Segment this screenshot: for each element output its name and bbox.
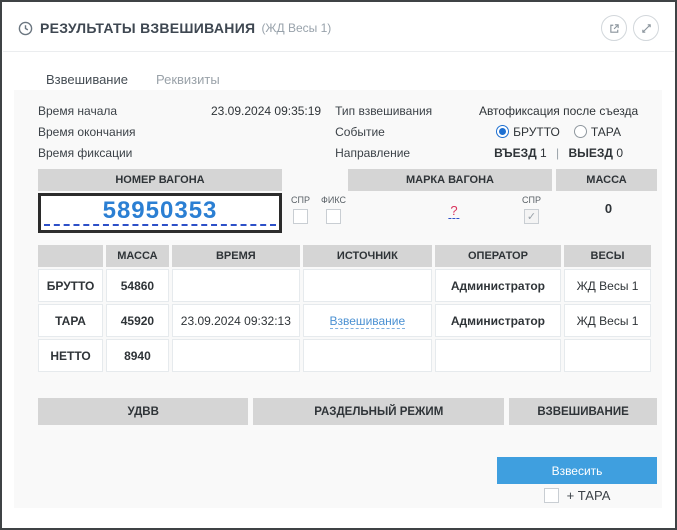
row-operator bbox=[435, 339, 561, 372]
direction-out-label: ВЫЕЗД bbox=[569, 146, 613, 160]
wagon-header-spacer bbox=[286, 169, 344, 191]
row-source-cell: Взвешивание bbox=[303, 304, 432, 337]
page-subtitle: (ЖД Весы 1) bbox=[261, 21, 331, 35]
wagon-mark-link[interactable]: ? bbox=[448, 203, 459, 219]
row-scale bbox=[564, 339, 651, 372]
col-header-operator: ОПЕРАТОР bbox=[435, 245, 561, 267]
direction-out-value: 0 bbox=[616, 146, 623, 160]
weigh-button[interactable]: Взвесить bbox=[497, 457, 657, 484]
actions-area: Взвесить + ТАРА bbox=[38, 457, 657, 503]
mark-spr-label: СПР bbox=[522, 195, 541, 205]
clock-icon bbox=[18, 21, 33, 36]
page-title: РЕЗУЛЬТАТЫ ВЗВЕШИВАНИЯ bbox=[40, 20, 255, 36]
fix-checkbox[interactable] bbox=[326, 209, 341, 224]
fix-checkbox-group: ФИКС bbox=[319, 193, 348, 224]
wagon-row: 58950353 СПР ФИКС ? СПР 0 bbox=[38, 193, 657, 239]
row-mass: 8940 bbox=[106, 339, 169, 372]
table-row-brutto: БРУТТО 54860 Администратор ЖД Весы 1 bbox=[38, 269, 651, 302]
direction-in-value: 1 bbox=[540, 146, 547, 160]
plus-tara-label: + ТАРА bbox=[567, 488, 611, 503]
row-source bbox=[303, 269, 432, 302]
direction-in-label: ВЪЕЗД bbox=[494, 146, 537, 160]
wagon-mark-header: МАРКА ВАГОНА bbox=[348, 169, 552, 191]
current-mass-value: 0 bbox=[560, 193, 657, 216]
row-operator: Администратор bbox=[435, 269, 561, 302]
mode-split-header: РАЗДЕЛЬНЫЙ РЕЖИМ bbox=[253, 398, 504, 425]
weighing-panel: Время начала 23.09.2024 09:35:19 Время о… bbox=[14, 90, 662, 508]
table-row-netto: НЕТТО 8940 bbox=[38, 339, 651, 372]
wagon-number-input[interactable]: 58950353 bbox=[38, 193, 282, 233]
wagon-mark-cell: ? СПР bbox=[352, 193, 556, 239]
row-label: НЕТТО bbox=[38, 339, 103, 372]
fix-label: ФИКС bbox=[321, 195, 346, 205]
weighing-table-header: МАССА ВРЕМЯ ИСТОЧНИК ОПЕРАТОР ВЕСЫ bbox=[38, 245, 651, 267]
brutto-radio-icon bbox=[496, 125, 509, 138]
row-scale: ЖД Весы 1 bbox=[564, 304, 651, 337]
source-weighing-link[interactable]: Взвешивание bbox=[330, 314, 406, 329]
start-time-label: Время начала bbox=[38, 104, 188, 118]
row-source bbox=[303, 339, 432, 372]
info-section: Время начала 23.09.2024 09:35:19 Время о… bbox=[38, 102, 657, 161]
header-divider bbox=[3, 51, 674, 52]
row-mass: 45920 bbox=[106, 304, 169, 337]
direction-label: Направление bbox=[335, 146, 460, 160]
col-header-scale: ВЕСЫ bbox=[564, 245, 651, 267]
direction-separator: | bbox=[556, 146, 559, 160]
mode-udvv-header: УДВВ bbox=[38, 398, 248, 425]
spr-checkbox-group: СПР bbox=[286, 193, 315, 224]
event-label: Событие bbox=[335, 125, 460, 139]
col-header-source: ИСТОЧНИК bbox=[303, 245, 432, 267]
modes-row: УДВВ РАЗДЕЛЬНЫЙ РЕЖИМ ВЗВЕШИВАНИЕ bbox=[38, 398, 657, 425]
weighing-type-label: Тип взвешивания bbox=[335, 104, 460, 118]
spr-checkbox[interactable] bbox=[293, 209, 308, 224]
col-header-empty bbox=[38, 245, 103, 267]
spr-label: СПР bbox=[291, 195, 310, 205]
plus-tara-row: + ТАРА bbox=[497, 488, 657, 503]
row-time bbox=[172, 269, 300, 302]
wagon-header-row: НОМЕР ВАГОНА МАРКА ВАГОНА МАССА bbox=[38, 169, 657, 191]
direction-value: ВЪЕЗД 1 | ВЫЕЗД 0 bbox=[460, 146, 657, 160]
fix-time-label: Время фиксации bbox=[38, 146, 188, 160]
open-in-new-button[interactable] bbox=[601, 15, 627, 41]
col-header-mass: МАССА bbox=[106, 245, 169, 267]
tara-radio-label: ТАРА bbox=[591, 125, 621, 139]
radio-option-tara[interactable]: ТАРА bbox=[574, 125, 621, 139]
expand-button[interactable] bbox=[633, 15, 659, 41]
row-time: 23.09.2024 09:32:13 bbox=[172, 304, 300, 337]
row-mass: 54860 bbox=[106, 269, 169, 302]
wagon-mass-header: МАССА bbox=[556, 169, 657, 191]
event-radio-group: БРУТТО ТАРА bbox=[460, 125, 657, 139]
weighing-type-value: Автофиксация после съезда bbox=[460, 104, 657, 118]
wagon-number-value: 58950353 bbox=[103, 197, 218, 225]
brutto-radio-label: БРУТТО bbox=[513, 125, 560, 139]
end-time-label: Время окончания bbox=[38, 125, 188, 139]
plus-tara-checkbox[interactable] bbox=[544, 488, 559, 503]
mode-weighing-header: ВЗВЕШИВАНИЕ bbox=[509, 398, 657, 425]
row-scale: ЖД Весы 1 bbox=[564, 269, 651, 302]
radio-option-brutto[interactable]: БРУТТО bbox=[496, 125, 560, 139]
row-time bbox=[172, 339, 300, 372]
row-label: ТАРА bbox=[38, 304, 103, 337]
wagon-number-header: НОМЕР ВАГОНА bbox=[38, 169, 282, 191]
col-header-time: ВРЕМЯ bbox=[172, 245, 300, 267]
mark-spr-group: СПР bbox=[517, 193, 546, 224]
mark-spr-checkbox[interactable] bbox=[524, 209, 539, 224]
start-time-value: 23.09.2024 09:35:19 bbox=[188, 104, 335, 118]
row-label: БРУТТО bbox=[38, 269, 103, 302]
window-header: РЕЗУЛЬТАТЫ ВЗВЕШИВАНИЯ (ЖД Весы 1) bbox=[2, 2, 675, 51]
weighing-results-window: РЕЗУЛЬТАТЫ ВЗВЕШИВАНИЯ (ЖД Весы 1) Взвеш… bbox=[0, 0, 677, 530]
tara-radio-icon bbox=[574, 125, 587, 138]
row-operator: Администратор bbox=[435, 304, 561, 337]
weighing-table: МАССА ВРЕМЯ ИСТОЧНИК ОПЕРАТОР ВЕСЫ БРУТТ… bbox=[35, 243, 654, 374]
wagon-number-underline bbox=[44, 224, 276, 226]
table-row-tara: ТАРА 45920 23.09.2024 09:32:13 Взвешиван… bbox=[38, 304, 651, 337]
